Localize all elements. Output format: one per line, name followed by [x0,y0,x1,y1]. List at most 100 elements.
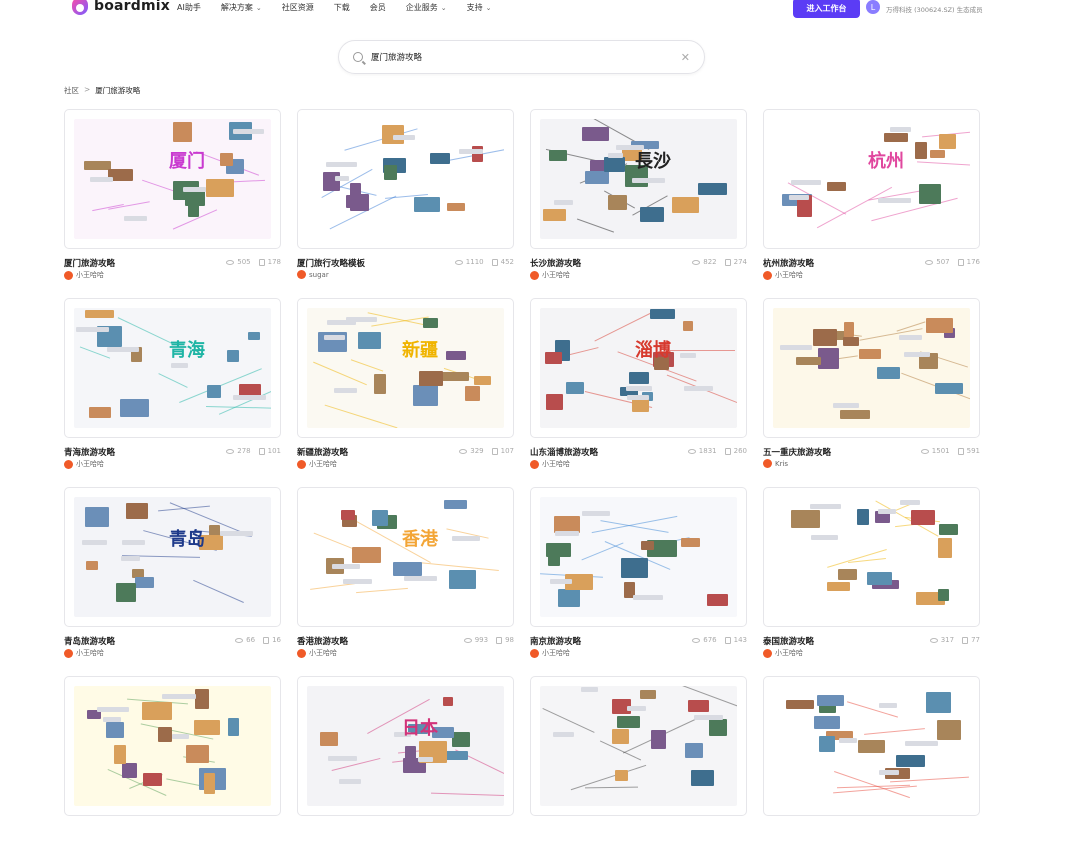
template-card[interactable]: 新疆新疆旅游攻略 329 107 小王哈哈 [297,298,514,487]
nav-item-download[interactable]: 下载 [334,2,350,13]
photo-tile [473,376,492,385]
template-author[interactable]: 小王哈哈 [297,459,337,469]
template-title[interactable]: 长沙旅游攻略 [530,257,581,269]
template-thumbnail[interactable] [763,298,980,438]
thumbnail-canvas: 淄博 [540,308,737,428]
template-title[interactable]: 香港旅游攻略 [297,635,348,647]
template-card[interactable]: 厦门旅行攻略模板 1110 452 sugar [297,109,514,298]
breadcrumb: 社区 > 厦门旅游攻略 [64,85,140,96]
template-thumbnail[interactable] [763,676,980,816]
template-title[interactable]: 山东淄博旅游攻略 [530,446,598,458]
nav-item-ai[interactable]: AI助手 [177,2,201,13]
photo-tile [203,772,215,795]
photo-tile [877,366,901,379]
template-card[interactable]: 厦门厦门旅游攻略 505 178 小王哈哈 [64,109,281,298]
template-card[interactable]: 長沙 长沙旅游攻略 822 274 小王哈哈 [530,109,747,298]
photo-tile [650,730,666,750]
template-card[interactable] [530,676,747,865]
template-title[interactable]: 新疆旅游攻略 [297,446,348,458]
template-title[interactable]: 厦门旅游攻略 [64,257,115,269]
template-thumbnail[interactable]: 長沙 [530,109,747,249]
note-block [459,149,483,155]
template-title[interactable]: 南京旅游攻略 [530,635,581,647]
author-avatar [763,459,772,468]
photo-tile [934,383,963,394]
template-author[interactable]: 小王哈哈 [530,459,570,469]
photo-tile [558,589,581,608]
template-author[interactable]: sugar [297,270,329,279]
nav-item-solutions[interactable]: 解决方案 ⌄ [221,2,262,13]
template-thumbnail[interactable] [530,487,747,627]
search-bar[interactable]: 厦门旅游攻略 ✕ [338,40,705,74]
template-thumbnail[interactable]: 淄博 [530,298,747,438]
template-thumbnail[interactable]: 青岛 [64,487,281,627]
template-thumbnail[interactable] [297,109,514,249]
template-stats: 278 101 [226,447,281,455]
enter-workspace-button[interactable]: 进入工作台 [793,0,860,18]
template-card[interactable] [763,676,980,865]
template-card[interactable]: 日本 [297,676,514,865]
template-title[interactable]: 泰国旅游攻略 [763,635,814,647]
template-author[interactable]: 小王哈哈 [297,648,337,658]
template-card[interactable]: 南京旅游攻略 676 143 小王哈哈 [530,487,747,676]
template-thumbnail[interactable]: 杭州 [763,109,980,249]
search-input[interactable]: 厦门旅游攻略 [371,51,681,63]
chevron-down-icon: ⌄ [485,3,492,12]
thumbnail-canvas [540,686,737,806]
nav-item-community[interactable]: 社区资源 [282,2,314,13]
template-author[interactable]: 小王哈哈 [763,648,803,658]
nav-item-support[interactable]: 支持 ⌄ [467,2,492,13]
template-title[interactable]: 杭州旅游攻略 [763,257,814,269]
author-name: Kris [775,459,789,468]
template-card[interactable]: 泰国旅游攻略 317 77 小王哈哈 [763,487,980,676]
nav-label: 会员 [369,3,386,12]
template-card[interactable]: 淄博 山东淄博旅游攻略 1831 260 小王哈哈 [530,298,747,487]
template-card[interactable]: 青岛 青岛旅游攻略 66 16 小王哈哈 [64,487,281,676]
template-thumbnail[interactable] [64,676,281,816]
thumbnail-canvas [540,497,737,617]
template-thumbnail[interactable] [530,676,747,816]
template-author[interactable]: 小王哈哈 [763,270,803,280]
template-thumbnail[interactable] [763,487,980,627]
template-title[interactable]: 厦门旅行攻略模板 [297,257,365,269]
thumbnail-title-art: 杭州 [868,151,904,172]
close-icon[interactable]: ✕ [681,51,690,64]
nav-item-membership[interactable]: 会员 [370,2,386,13]
template-author[interactable]: 小王哈哈 [530,648,570,658]
template-thumbnail[interactable]: 香港 [297,487,514,627]
template-stats: 505 178 [226,258,281,266]
template-author[interactable]: 小王哈哈 [64,648,104,658]
template-title[interactable]: 五一重庆旅游攻略 [763,446,831,458]
mindmap-connector [600,520,669,533]
template-card[interactable]: 香港 香港旅游攻略 993 98 小王哈哈 [297,487,514,676]
photo-tile [682,320,694,331]
template-thumbnail[interactable]: 厦门 [64,109,281,249]
eye-icon [692,259,701,265]
mindmap-connector [917,161,970,166]
template-author[interactable]: 小王哈哈 [64,459,104,469]
template-card[interactable]: 青海青海旅游攻略 278 101 小王哈哈 [64,298,281,487]
photo-tile [194,688,210,710]
template-author[interactable]: 小王哈哈 [530,270,570,280]
template-thumbnail[interactable]: 日本 [297,676,514,816]
template-thumbnail[interactable]: 新疆 [297,298,514,438]
note-block [451,535,480,541]
photo-tile [616,716,640,729]
thumbnail-canvas: 青海 [74,308,271,428]
user-avatar[interactable]: L [866,0,880,14]
breadcrumb-root[interactable]: 社区 [64,85,79,96]
photo-tile [910,509,935,526]
nav-item-enterprise[interactable]: 企业服务 ⌄ [406,2,447,13]
template-author[interactable]: 小王哈哈 [64,270,104,280]
template-thumbnail[interactable]: 青海 [64,298,281,438]
copy-icon [496,636,503,644]
template-title[interactable]: 青海旅游攻略 [64,446,115,458]
mindmap-connector [350,358,384,372]
template-card[interactable] [64,676,281,865]
template-card[interactable]: 五一重庆旅游攻略 1501 591 Kris [763,298,980,487]
boardmix-logo[interactable]: boardmix [72,0,170,15]
template-author[interactable]: Kris [763,459,788,468]
template-title[interactable]: 青岛旅游攻略 [64,635,115,647]
template-card[interactable]: 杭州 杭州旅游攻略 507 176 小王哈哈 [763,109,980,298]
template-stats: 329 107 [459,447,514,455]
